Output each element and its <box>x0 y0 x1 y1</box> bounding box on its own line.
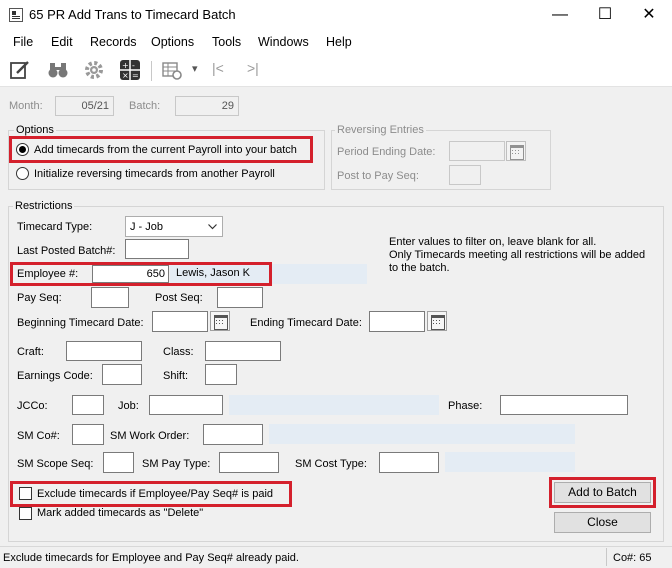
sm-cost-type-field[interactable] <box>379 452 439 473</box>
filter-hint-text: Enter values to filter on, leave blank f… <box>389 236 646 274</box>
svg-text:=: = <box>132 71 139 80</box>
period-ending-label: Period Ending Date: <box>337 146 436 158</box>
post-seq-label: Post Seq: <box>155 292 203 304</box>
mark-delete-label[interactable]: Mark added timecards as "Delete" <box>37 507 203 519</box>
sm-scope-seq-label: SM Scope Seq: <box>17 458 94 470</box>
reverse-timecards-label[interactable]: Initialize reversing timecards from anot… <box>34 168 275 180</box>
dropdown-arrow-icon[interactable]: ▾ <box>192 62 198 75</box>
menu-windows[interactable]: Windows <box>258 35 309 49</box>
sm-scope-seq-field[interactable] <box>103 452 134 473</box>
menu-tools[interactable]: Tools <box>212 35 241 49</box>
beginning-date-label: Beginning Timecard Date: <box>17 317 144 329</box>
ending-date-field[interactable] <box>369 311 425 332</box>
close-button[interactable]: Close <box>554 512 651 533</box>
jcco-field[interactable] <box>72 395 104 415</box>
exclude-paid-label[interactable]: Exclude timecards if Employee/Pay Seq# i… <box>37 488 273 500</box>
employee-label: Employee #: <box>17 268 79 280</box>
job-label: Job: <box>118 400 139 412</box>
menu-help[interactable]: Help <box>326 35 352 49</box>
exclude-paid-checkbox[interactable] <box>19 487 32 500</box>
svg-text:-: - <box>132 61 135 70</box>
class-label: Class: <box>163 346 194 358</box>
earnings-code-label: Earnings Code: <box>17 370 93 382</box>
grid-settings-icon[interactable] <box>161 59 183 81</box>
batch-label: Batch: <box>129 100 161 112</box>
add-timecards-label[interactable]: Add timecards from the current Payroll i… <box>34 144 297 156</box>
close-window-button[interactable]: ✕ <box>626 0 672 31</box>
edit-notes-icon[interactable] <box>9 59 31 81</box>
batch-field: 29 <box>175 96 239 116</box>
jcco-label: JCCo: <box>17 400 48 412</box>
period-calendar-icon <box>506 141 526 161</box>
ending-date-label: Ending Timecard Date: <box>250 317 362 329</box>
svg-text:×: × <box>122 71 129 80</box>
menu-edit[interactable]: Edit <box>51 35 73 49</box>
menu-file[interactable]: File <box>13 35 33 49</box>
timecard-type-label: Timecard Type: <box>17 221 93 233</box>
gear-icon[interactable] <box>83 59 105 81</box>
shift-label: Shift: <box>163 370 189 382</box>
menu-records[interactable]: Records <box>90 35 137 49</box>
minimize-button[interactable]: — <box>537 0 583 31</box>
ending-date-calendar-icon[interactable] <box>427 311 447 331</box>
status-divider <box>606 548 607 566</box>
sm-work-order-label: SM Work Order: <box>110 430 190 442</box>
sm-co-label: SM Co#: <box>17 430 60 442</box>
craft-label: Craft: <box>17 346 44 358</box>
sm-work-order-readonly <box>269 424 575 444</box>
app-icon <box>9 8 23 22</box>
reverse-timecards-radio[interactable] <box>16 167 29 180</box>
mark-delete-checkbox[interactable] <box>19 507 32 520</box>
restrictions-title: Restrictions <box>13 200 75 212</box>
employee-name-readonly: Lewis, Jason K <box>170 265 269 283</box>
period-ending-field <box>449 141 505 161</box>
first-record-icon[interactable]: |< <box>212 60 224 76</box>
beginning-date-field[interactable] <box>152 311 208 332</box>
company-indicator: Co#: 65 <box>613 552 652 564</box>
phase-field[interactable] <box>500 395 628 415</box>
maximize-button[interactable]: ☐ <box>582 0 628 31</box>
post-seq-field[interactable] <box>217 287 263 308</box>
sm-work-order-field[interactable] <box>203 424 263 445</box>
shift-field[interactable] <box>205 364 237 385</box>
job-description-readonly <box>229 395 439 415</box>
pay-seq-label: Pay Seq: <box>17 292 62 304</box>
add-to-batch-button[interactable]: Add to Batch <box>554 482 651 503</box>
timecard-type-select[interactable]: J - Job <box>125 216 223 237</box>
reversing-title: Reversing Entries <box>335 124 426 136</box>
chevron-down-icon <box>208 224 217 230</box>
sm-cost-type-label: SM Cost Type: <box>295 458 367 470</box>
status-message: Exclude timecards for Employee and Pay S… <box>3 552 299 564</box>
binoculars-icon[interactable] <box>47 59 69 81</box>
earnings-code-field[interactable] <box>102 364 142 385</box>
sm-pay-type-field[interactable] <box>219 452 279 473</box>
menu-options[interactable]: Options <box>151 35 194 49</box>
phase-label: Phase: <box>448 400 483 412</box>
options-title: Options <box>14 124 56 136</box>
month-label: Month: <box>9 100 43 112</box>
last-posted-batch-label: Last Posted Batch#: <box>17 245 116 257</box>
post-pay-seq-field <box>449 165 481 185</box>
svg-text:+: + <box>122 61 129 70</box>
class-field[interactable] <box>205 341 281 361</box>
add-timecards-radio[interactable] <box>16 143 29 156</box>
craft-field[interactable] <box>66 341 142 361</box>
sm-co-field[interactable] <box>72 424 104 445</box>
employee-extra-readonly <box>272 264 367 284</box>
last-record-icon[interactable]: >| <box>247 60 259 76</box>
pay-seq-field[interactable] <box>91 287 129 308</box>
sm-pay-type-label: SM Pay Type: <box>142 458 211 470</box>
last-posted-batch-field[interactable] <box>125 239 189 259</box>
beginning-date-calendar-icon[interactable] <box>210 311 230 331</box>
post-pay-seq-label: Post to Pay Seq: <box>337 170 419 182</box>
calculator-icon[interactable]: + - × = <box>119 59 141 81</box>
month-field: 05/21 <box>55 96 114 116</box>
employee-field[interactable]: 650 <box>92 265 169 283</box>
job-field[interactable] <box>149 395 223 415</box>
window-title: 65 PR Add Trans to Timecard Batch <box>29 7 236 22</box>
toolbar-separator <box>151 61 152 81</box>
sm-cost-type-readonly <box>445 452 575 472</box>
